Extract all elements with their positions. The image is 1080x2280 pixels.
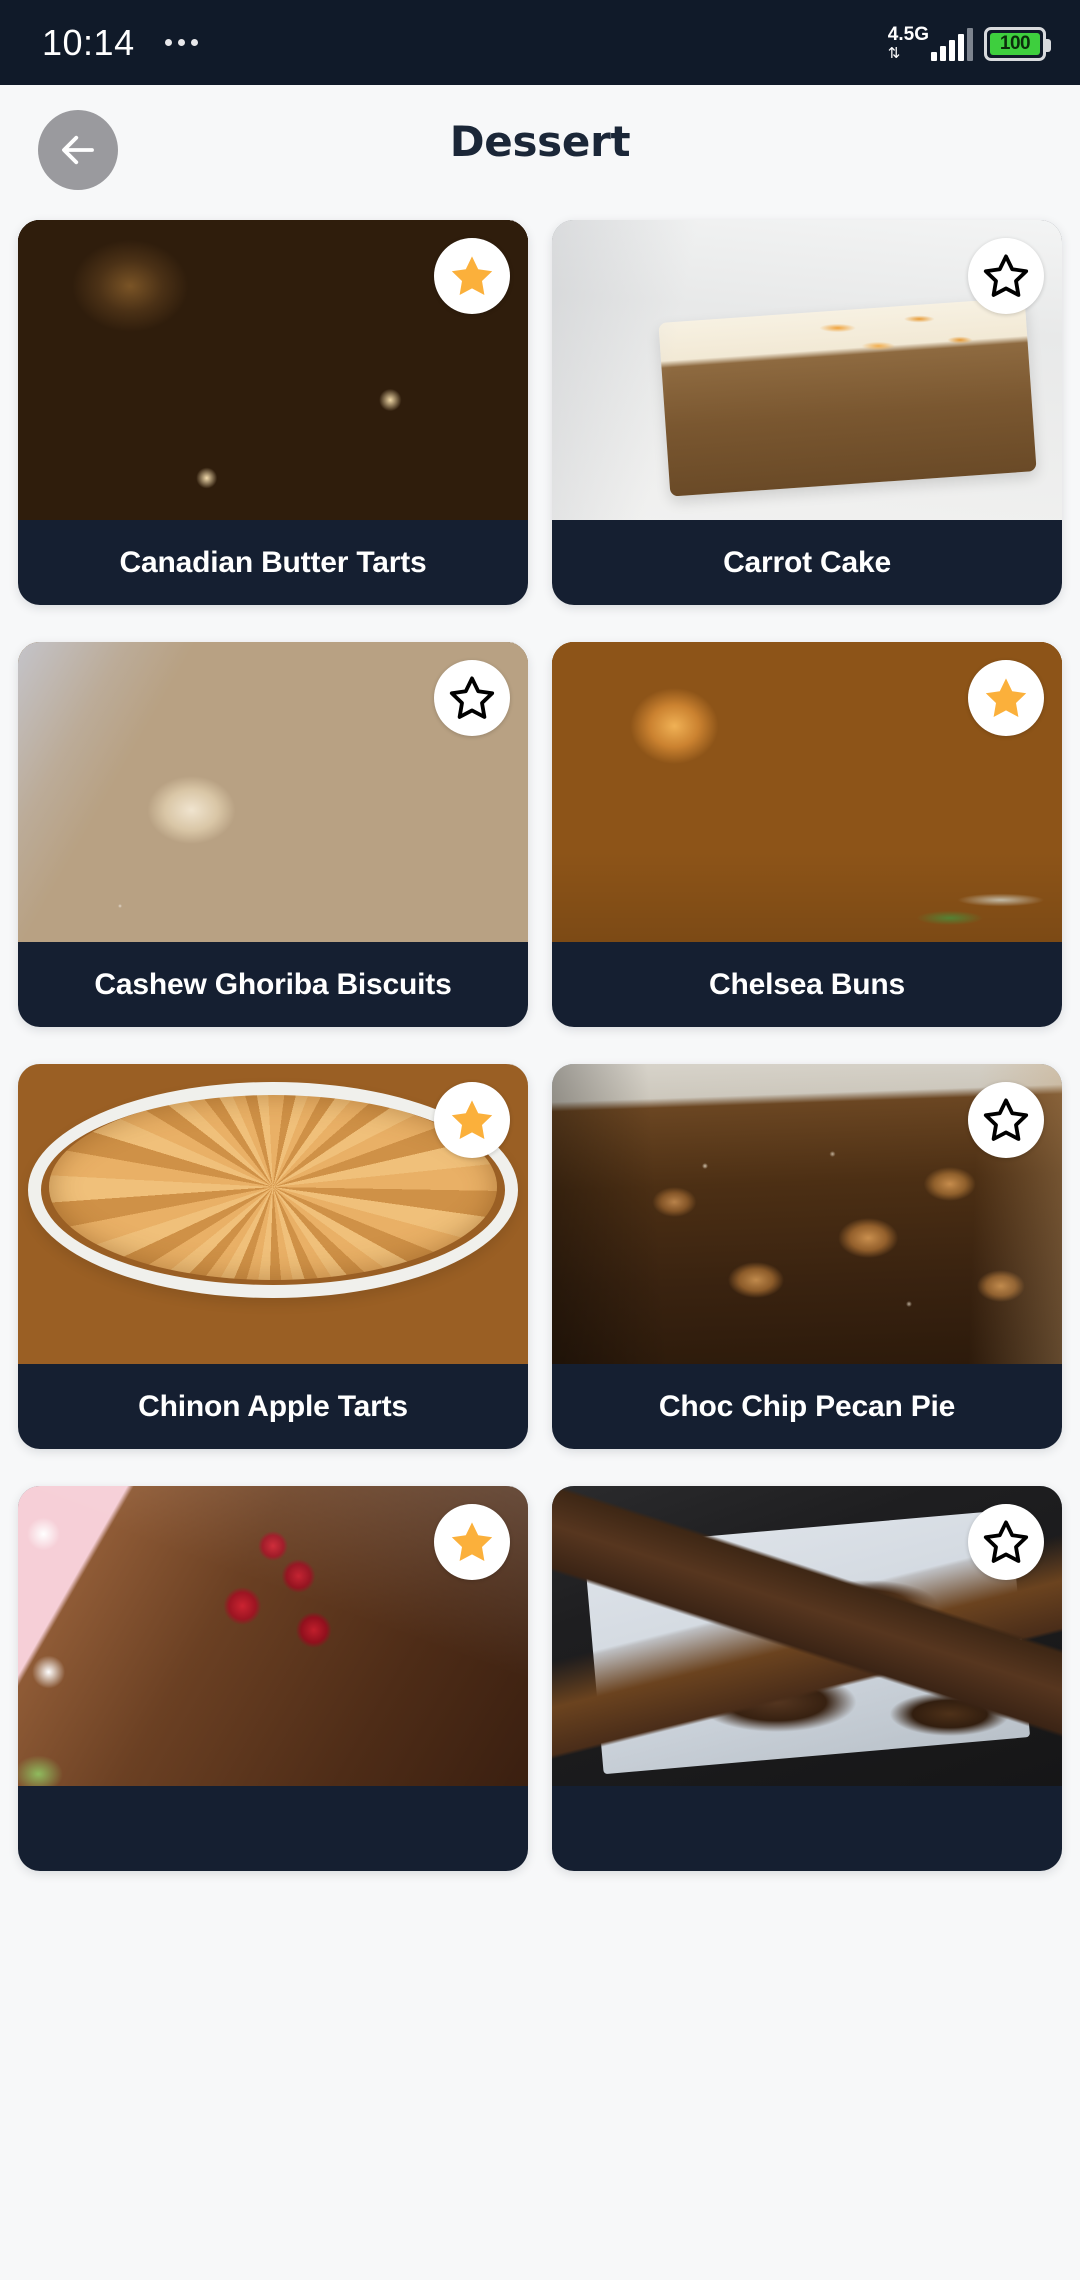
- recipe-card[interactable]: Choc Chip Pecan Pie: [552, 1064, 1062, 1449]
- arrow-left-icon: [62, 135, 94, 165]
- favorite-button[interactable]: [968, 1504, 1044, 1580]
- battery-level-label: 100: [990, 32, 1040, 55]
- recipe-card[interactable]: [552, 1486, 1062, 1871]
- network-indicator: 4.5G ⇅: [888, 25, 973, 61]
- favorite-button[interactable]: [968, 238, 1044, 314]
- network-stack: 4.5G ⇅: [888, 25, 929, 61]
- app-header: Dessert: [0, 85, 1080, 198]
- status-bar-right: 4.5G ⇅ 100: [888, 25, 1051, 61]
- recipe-title-bar: Cashew Ghoriba Biscuits: [18, 942, 528, 1027]
- recipe-title-bar: Choc Chip Pecan Pie: [552, 1364, 1062, 1449]
- recipe-title: Chinon Apple Tarts: [138, 1390, 408, 1423]
- recipe-title-bar: Carrot Cake: [552, 520, 1062, 605]
- status-time: 10:14: [42, 21, 135, 63]
- star-filled-icon: [985, 678, 1027, 717]
- recipe-card[interactable]: Cashew Ghoriba Biscuits: [18, 642, 528, 1027]
- recipe-card[interactable]: Chinon Apple Tarts: [18, 1064, 528, 1449]
- favorite-button[interactable]: [434, 238, 510, 314]
- recipe-title: Cashew Ghoriba Biscuits: [94, 968, 452, 1001]
- battery-icon: 100: [984, 26, 1051, 61]
- status-bar-left: 10:14: [42, 22, 198, 64]
- network-type-label: 4.5G: [887, 23, 929, 45]
- recipe-card[interactable]: Carrot Cake: [552, 220, 1062, 605]
- star-outline-icon: [983, 1098, 1029, 1141]
- recipe-title-bar: [552, 1786, 1062, 1871]
- recipe-card[interactable]: Chelsea Buns: [552, 642, 1062, 1027]
- star-outline-icon: [983, 254, 1029, 297]
- more-dots-icon: [164, 39, 198, 46]
- star-filled-icon: [451, 256, 493, 295]
- favorite-button[interactable]: [434, 1504, 510, 1580]
- recipe-title: Carrot Cake: [723, 546, 891, 579]
- back-button[interactable]: [38, 110, 118, 190]
- favorite-button[interactable]: [434, 1082, 510, 1158]
- recipe-title: Choc Chip Pecan Pie: [658, 1390, 956, 1423]
- star-outline-icon: [983, 1520, 1029, 1563]
- recipe-title-bar: Canadian Butter Tarts: [18, 520, 528, 605]
- recipe-card[interactable]: [18, 1486, 528, 1871]
- favorite-button[interactable]: [968, 660, 1044, 736]
- star-filled-icon: [451, 1100, 493, 1139]
- recipe-card[interactable]: Canadian Butter Tarts: [18, 220, 528, 605]
- star-filled-icon: [451, 1522, 493, 1561]
- favorite-button[interactable]: [968, 1082, 1044, 1158]
- status-bar: 10:14 4.5G ⇅ 100: [0, 0, 1080, 85]
- recipe-title-bar: Chinon Apple Tarts: [18, 1364, 528, 1449]
- data-transfer-icon: ⇅: [887, 44, 901, 62]
- signal-bars-icon: [931, 27, 973, 61]
- recipe-title: Chelsea Buns: [709, 968, 905, 1001]
- recipe-grid: Canadian Butter Tarts Carrot Cake Cashew…: [0, 220, 1080, 1871]
- recipe-title-bar: [18, 1786, 528, 1871]
- recipe-title: Canadian Butter Tarts: [119, 546, 427, 579]
- favorite-button[interactable]: [434, 660, 510, 736]
- page-title: Dessert: [449, 117, 631, 166]
- star-outline-icon: [449, 676, 495, 719]
- recipe-title-bar: Chelsea Buns: [552, 942, 1062, 1027]
